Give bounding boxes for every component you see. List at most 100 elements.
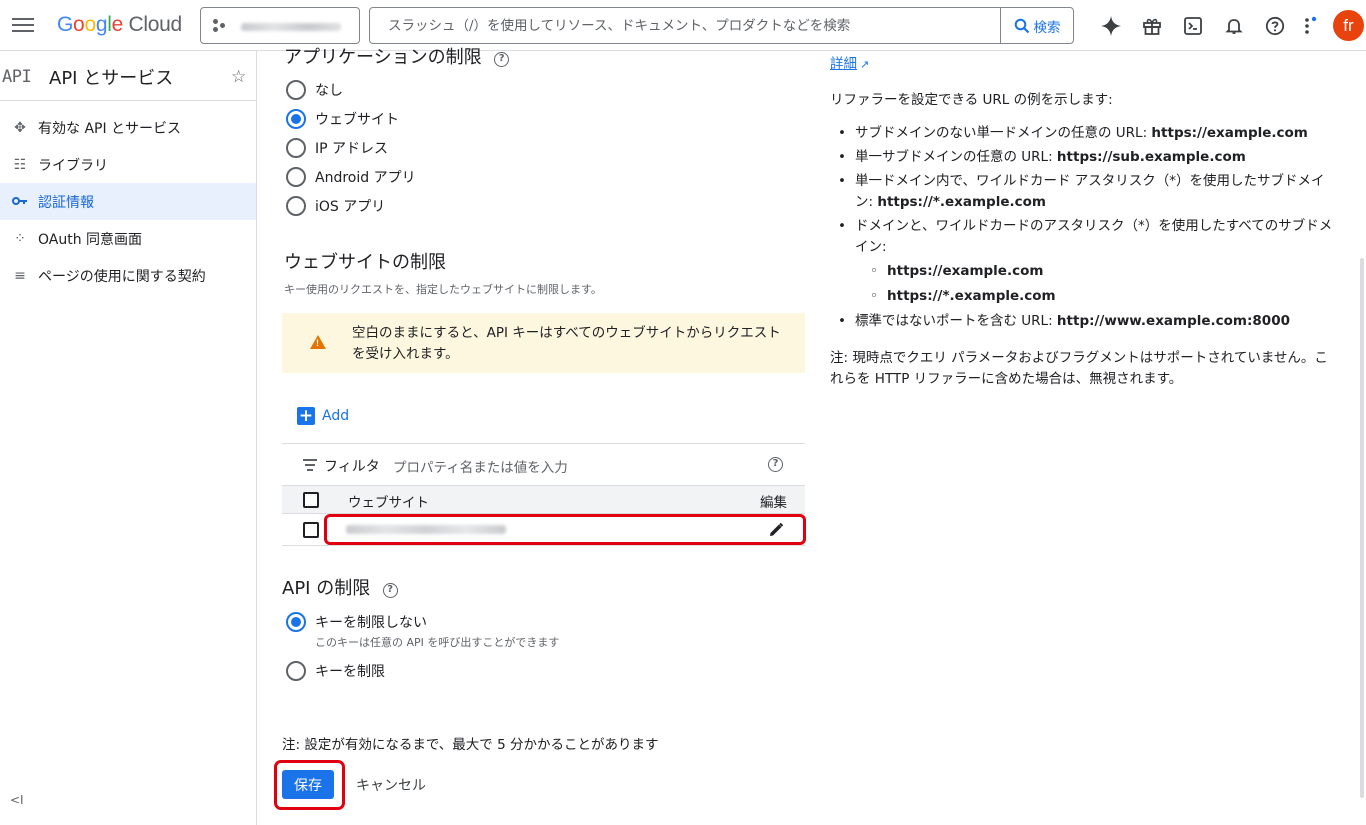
radio-text: キーを制限しない このキーは任意の API を呼び出すことができます bbox=[315, 612, 559, 650]
radio-button-selected[interactable] bbox=[286, 612, 306, 632]
radio-app-website[interactable]: ウェブサイト bbox=[286, 109, 399, 129]
select-all-checkbox[interactable] bbox=[303, 492, 319, 508]
sidebar-item-library[interactable]: ☷ ライブラリ bbox=[0, 146, 256, 183]
search-input[interactable] bbox=[370, 8, 1001, 43]
list-item: サブドメインのない単一ドメインの任意の URL: https://example… bbox=[830, 123, 1340, 144]
user-avatar[interactable]: fr bbox=[1333, 10, 1364, 41]
app-restrictions-title: アプリケーションの制限 bbox=[284, 47, 482, 68]
filter-input[interactable]: プロパティ名または値を入力 bbox=[393, 456, 568, 476]
main-content: アプリケーションの制限 ? なし ウェブサイト IP アドレス Android … bbox=[274, 47, 807, 825]
list-subitem: https://example.com bbox=[830, 261, 1340, 282]
notifications-bell-icon[interactable] bbox=[1213, 12, 1254, 40]
search-button[interactable]: 検索 bbox=[1000, 8, 1073, 43]
sidebar-item-oauth-consent[interactable]: ⁘ OAuth 同意画面 bbox=[0, 220, 256, 257]
star-icon[interactable]: ☆ bbox=[231, 67, 246, 87]
radio-app-none[interactable]: なし bbox=[286, 80, 343, 100]
list-item: ドメインと、ワイルドカードのアスタリスク（*）を使用したすべてのサブドメイン: bbox=[830, 216, 1340, 258]
filter-help-icon[interactable]: ? bbox=[768, 457, 783, 472]
radio-button[interactable] bbox=[286, 167, 306, 187]
radio-app-ip[interactable]: IP アドレス bbox=[286, 138, 388, 158]
project-picker[interactable] bbox=[200, 7, 360, 44]
top-bar: Google Cloud 検索 fr bbox=[0, 0, 1366, 51]
table-header: ウェブサイト 編集 bbox=[282, 486, 805, 514]
filter-icon bbox=[303, 459, 317, 474]
website-restrictions-desc: キー使用のリクエストを、指定したウェブサイトに制限します。 bbox=[284, 283, 602, 296]
warning-banner: ! 空白のままにすると、API キーはすべてのウェブサイトからリクエストを受け入… bbox=[282, 313, 805, 373]
column-header-edit: 編集 bbox=[760, 495, 787, 511]
radio-api-unrestricted[interactable]: キーを制限しない このキーは任意の API を呼び出すことができます bbox=[286, 612, 559, 650]
radio-app-ios[interactable]: iOS アプリ bbox=[286, 196, 385, 216]
referrer-examples-list: サブドメインのない単一ドメインの任意の URL: https://example… bbox=[830, 123, 1340, 335]
row-checkbox[interactable] bbox=[303, 522, 319, 538]
add-website-button[interactable]: + Add bbox=[297, 407, 349, 425]
top-icons bbox=[1090, 12, 1325, 40]
project-icon bbox=[213, 19, 227, 33]
radio-button[interactable] bbox=[286, 661, 306, 681]
sidebar-header: API API とサービス ☆ bbox=[0, 51, 256, 101]
google-cloud-logo[interactable]: Google Cloud bbox=[57, 13, 182, 37]
sidebar-item-credentials[interactable]: 認証情報 bbox=[0, 183, 256, 220]
project-name-redacted bbox=[241, 23, 341, 31]
warning-text: 空白のままにすると、API キーはすべてのウェブサイトからリクエストを受け入れま… bbox=[352, 325, 781, 362]
sidebar: API API とサービス ☆ ✥ 有効な API とサービス ☷ ライブラリ … bbox=[0, 51, 257, 825]
oauth-icon: ⁘ bbox=[14, 230, 26, 247]
library-icon: ☷ bbox=[13, 156, 27, 173]
app-restrictions-heading: アプリケーションの制限 ? bbox=[284, 43, 510, 69]
help-panel: 詳細↗ リファラーを設定できる URL の例を示します: サブドメインのない単一… bbox=[830, 51, 1340, 825]
sidebar-item-label: ライブラリ bbox=[38, 157, 108, 174]
cloud-shell-terminal-icon[interactable] bbox=[1172, 12, 1213, 40]
sidebar-item-label: 有効な API とサービス bbox=[38, 120, 182, 137]
radio-button-selected[interactable] bbox=[286, 109, 306, 129]
external-link-icon: ↗ bbox=[860, 58, 870, 71]
search-button-label: 検索 bbox=[1033, 19, 1061, 36]
list-item: 単一ドメイン内で、ワイルドカード アスタリスク（*）を使用したサブドメイン: h… bbox=[830, 171, 1340, 213]
collapse-sidebar-icon[interactable]: <I bbox=[10, 793, 24, 807]
radio-label: IP アドレス bbox=[315, 141, 389, 157]
add-plus-icon: + bbox=[297, 405, 315, 426]
referrer-footnote: 注: 現時点でクエリ パラメータおよびフラグメントはサポートされていません。これ… bbox=[830, 350, 1328, 387]
help-icon[interactable] bbox=[1254, 12, 1295, 40]
radio-sublabel: このキーは任意の API を呼び出すことができます bbox=[315, 636, 560, 649]
sidebar-title: API とサービス bbox=[49, 68, 174, 89]
settings-note: 注: 設定が有効になるまで、最大で 5 分かかることがあります bbox=[282, 737, 659, 753]
filter-bar: フィルタ プロパティ名または値を入力 ? bbox=[282, 443, 805, 486]
website-value-redacted bbox=[346, 525, 506, 534]
gemini-sparkle-icon[interactable] bbox=[1090, 12, 1131, 40]
api-logo-icon: API bbox=[2, 67, 32, 87]
enabled-apis-icon: ✥ bbox=[14, 119, 26, 136]
search-icon bbox=[1014, 18, 1029, 33]
sidebar-item-enabled-apis[interactable]: ✥ 有効な API とサービス bbox=[0, 109, 256, 146]
radio-label: ウェブサイト bbox=[315, 112, 399, 128]
search-box: 検索 bbox=[369, 7, 1074, 44]
radio-label: iOS アプリ bbox=[315, 199, 386, 215]
sidebar-item-label: OAuth 同意画面 bbox=[38, 231, 143, 248]
radio-label: なし bbox=[315, 83, 343, 99]
list-item: 単一サブドメインの任意の URL: https://sub.example.co… bbox=[830, 147, 1340, 168]
radio-app-android[interactable]: Android アプリ bbox=[286, 167, 416, 187]
edit-pencil-icon[interactable] bbox=[768, 522, 784, 542]
key-icon bbox=[0, 194, 38, 210]
radio-label: Android アプリ bbox=[315, 170, 416, 186]
details-link[interactable]: 詳細 ↗ bbox=[830, 52, 869, 72]
help-circle-icon[interactable]: ? bbox=[382, 582, 398, 598]
radio-api-restricted[interactable]: キーを制限 bbox=[286, 661, 385, 681]
radio-button[interactable] bbox=[286, 80, 306, 100]
filter-label: フィルタ bbox=[324, 459, 380, 475]
gift-icon[interactable] bbox=[1131, 12, 1172, 40]
radio-button[interactable] bbox=[286, 138, 306, 158]
sidebar-item-page-usage-agreements[interactable]: ≡ ページの使用に関する契約 bbox=[0, 257, 256, 294]
radio-label: キーを制限しない bbox=[315, 615, 427, 631]
sidebar-item-label: ページの使用に関する契約 bbox=[38, 268, 206, 285]
help-circle-icon[interactable]: ? bbox=[494, 51, 510, 67]
logo-cloud-text: Cloud bbox=[128, 13, 183, 36]
scrollbar[interactable] bbox=[1360, 258, 1364, 798]
add-label: Add bbox=[322, 408, 350, 424]
more-options-icon[interactable] bbox=[1295, 12, 1325, 40]
website-restrictions-title: ウェブサイトの制限 bbox=[284, 252, 446, 273]
save-button[interactable]: 保存 bbox=[282, 770, 334, 799]
radio-label: キーを制限 bbox=[315, 664, 385, 680]
api-restrictions-title: API の制限 bbox=[282, 578, 371, 599]
hamburger-menu-icon[interactable] bbox=[12, 14, 34, 36]
radio-button[interactable] bbox=[286, 196, 306, 216]
cancel-button[interactable]: キャンセル bbox=[356, 775, 426, 795]
